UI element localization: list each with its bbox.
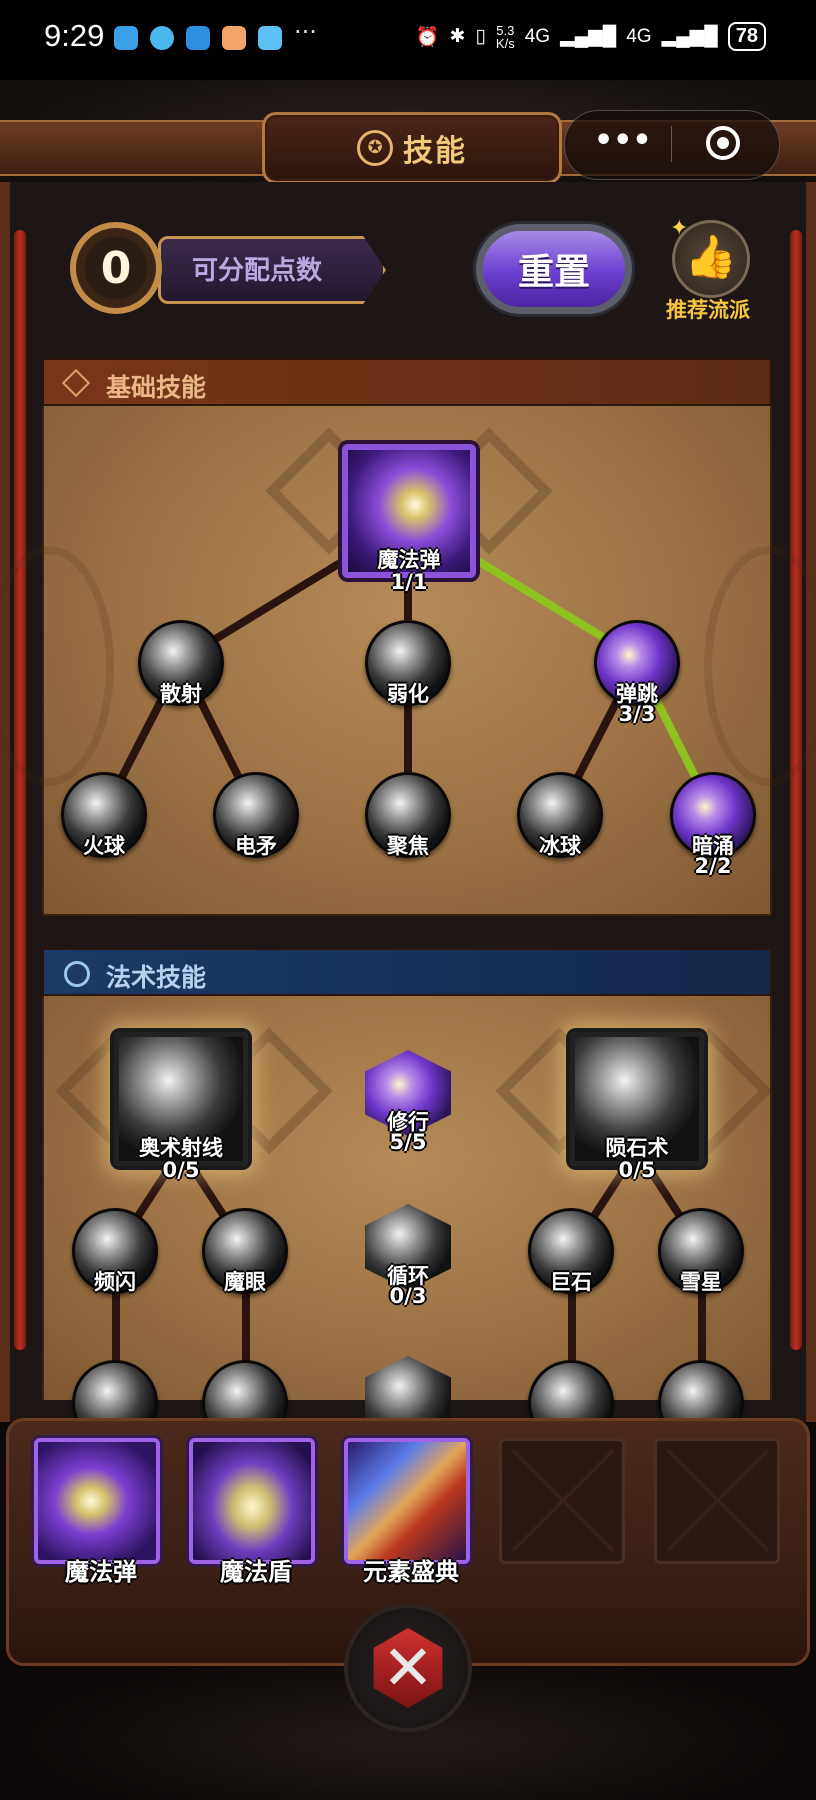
left-rail [14,230,26,1350]
equipped-skill-name: 魔法盾 [220,1558,292,1586]
basic-skills-title: 基础技能 [106,373,207,402]
skill-name: 电矛 [235,834,277,858]
notification-chat-icon [150,26,174,50]
equipped-slot-3[interactable]: 元素盛典 [344,1438,470,1586]
page-title-plate: ✪ 技能 [262,112,562,184]
skill-level: 1/1 [390,570,428,594]
basic-skills-header: 基础技能 [42,358,772,406]
equipped-slot-4-empty[interactable] [499,1438,625,1564]
decor-flourish [704,546,816,786]
sim1-label: 4G [524,25,551,47]
close-button[interactable]: ✕ [344,1604,472,1732]
notification-app-icon [186,26,210,50]
page-title: 技能 [403,134,467,169]
close-icon: ✕ [373,1628,443,1708]
diamond-icon [61,368,91,398]
skill-level: 0/5 [162,1158,200,1182]
equipped-slot-5-empty[interactable] [654,1438,780,1564]
status-more-icon: ··· [294,18,317,46]
signal-icon: ▂▄▆█ [661,26,718,47]
miniprogram-close-button[interactable] [706,126,740,160]
equipped-skill-name: 魔法弹 [65,1558,137,1586]
vibrate-icon: ▯ [475,26,486,47]
recommend-build-button[interactable]: 👍 ✦ 推荐流派 [656,216,760,326]
skill-name: 火球 [83,834,125,858]
battery-icon: 78 [727,22,766,51]
equipped-slot-1[interactable]: 魔法弹 [34,1438,160,1586]
equipped-skill-name: 元素盛典 [363,1558,459,1586]
skill-level: 0/5 [618,1158,656,1182]
spell-skills-header: 法术技能 [42,948,772,996]
reset-button[interactable]: 重置 [476,224,632,314]
bluetooth-icon: ✱ [449,26,466,47]
notification-app-icon [258,26,282,50]
skill-level: 5/5 [389,1130,427,1154]
star-icon: ✦ [670,216,689,241]
network-speed-unit: K/s [495,35,515,51]
notification-app-icon [114,26,138,50]
status-time: 9:29 [44,18,105,53]
decor-flourish [0,546,114,786]
skill-name: 聚焦 [387,834,429,858]
sim2-label: 4G [626,25,652,47]
skill-level: 3/3 [618,702,656,726]
skill-name: 巨石 [550,1270,592,1294]
skill-name: 弱化 [387,682,429,706]
swirl-icon [64,961,90,987]
skill-level: 0/3 [389,1284,427,1308]
right-rail [790,230,802,1350]
skill-name: 频闪 [94,1270,136,1294]
alarm-icon: ⏰ [415,26,440,48]
skill-name: 雪星 [680,1270,722,1294]
skill-name: 散射 [160,682,202,706]
capsule-divider [671,126,672,162]
skill-name: 冰球 [539,834,581,858]
skill-name: 魔眼 [224,1270,266,1294]
notification-app-icon [222,26,246,50]
skill-level: 2/2 [694,854,732,878]
spell-skills-title: 法术技能 [106,963,207,992]
points-value: 0 [70,222,162,314]
signal-icon: ▂▄▆█ [560,26,617,47]
more-menu-button[interactable]: ••• [594,124,652,164]
pentagram-icon: ✪ [357,130,393,166]
points-label: 可分配点数 [192,256,323,286]
status-indicators: ⏰ ✱ ▯ 5.3 K/s 4G ▂▄▆█ 4G ▂▄▆█ 78 [416,22,766,51]
network-speed: 5.3 K/s [496,24,515,50]
equipped-slot-2[interactable]: 魔法盾 [189,1438,315,1586]
recommend-build-label: 推荐流派 [666,298,750,322]
